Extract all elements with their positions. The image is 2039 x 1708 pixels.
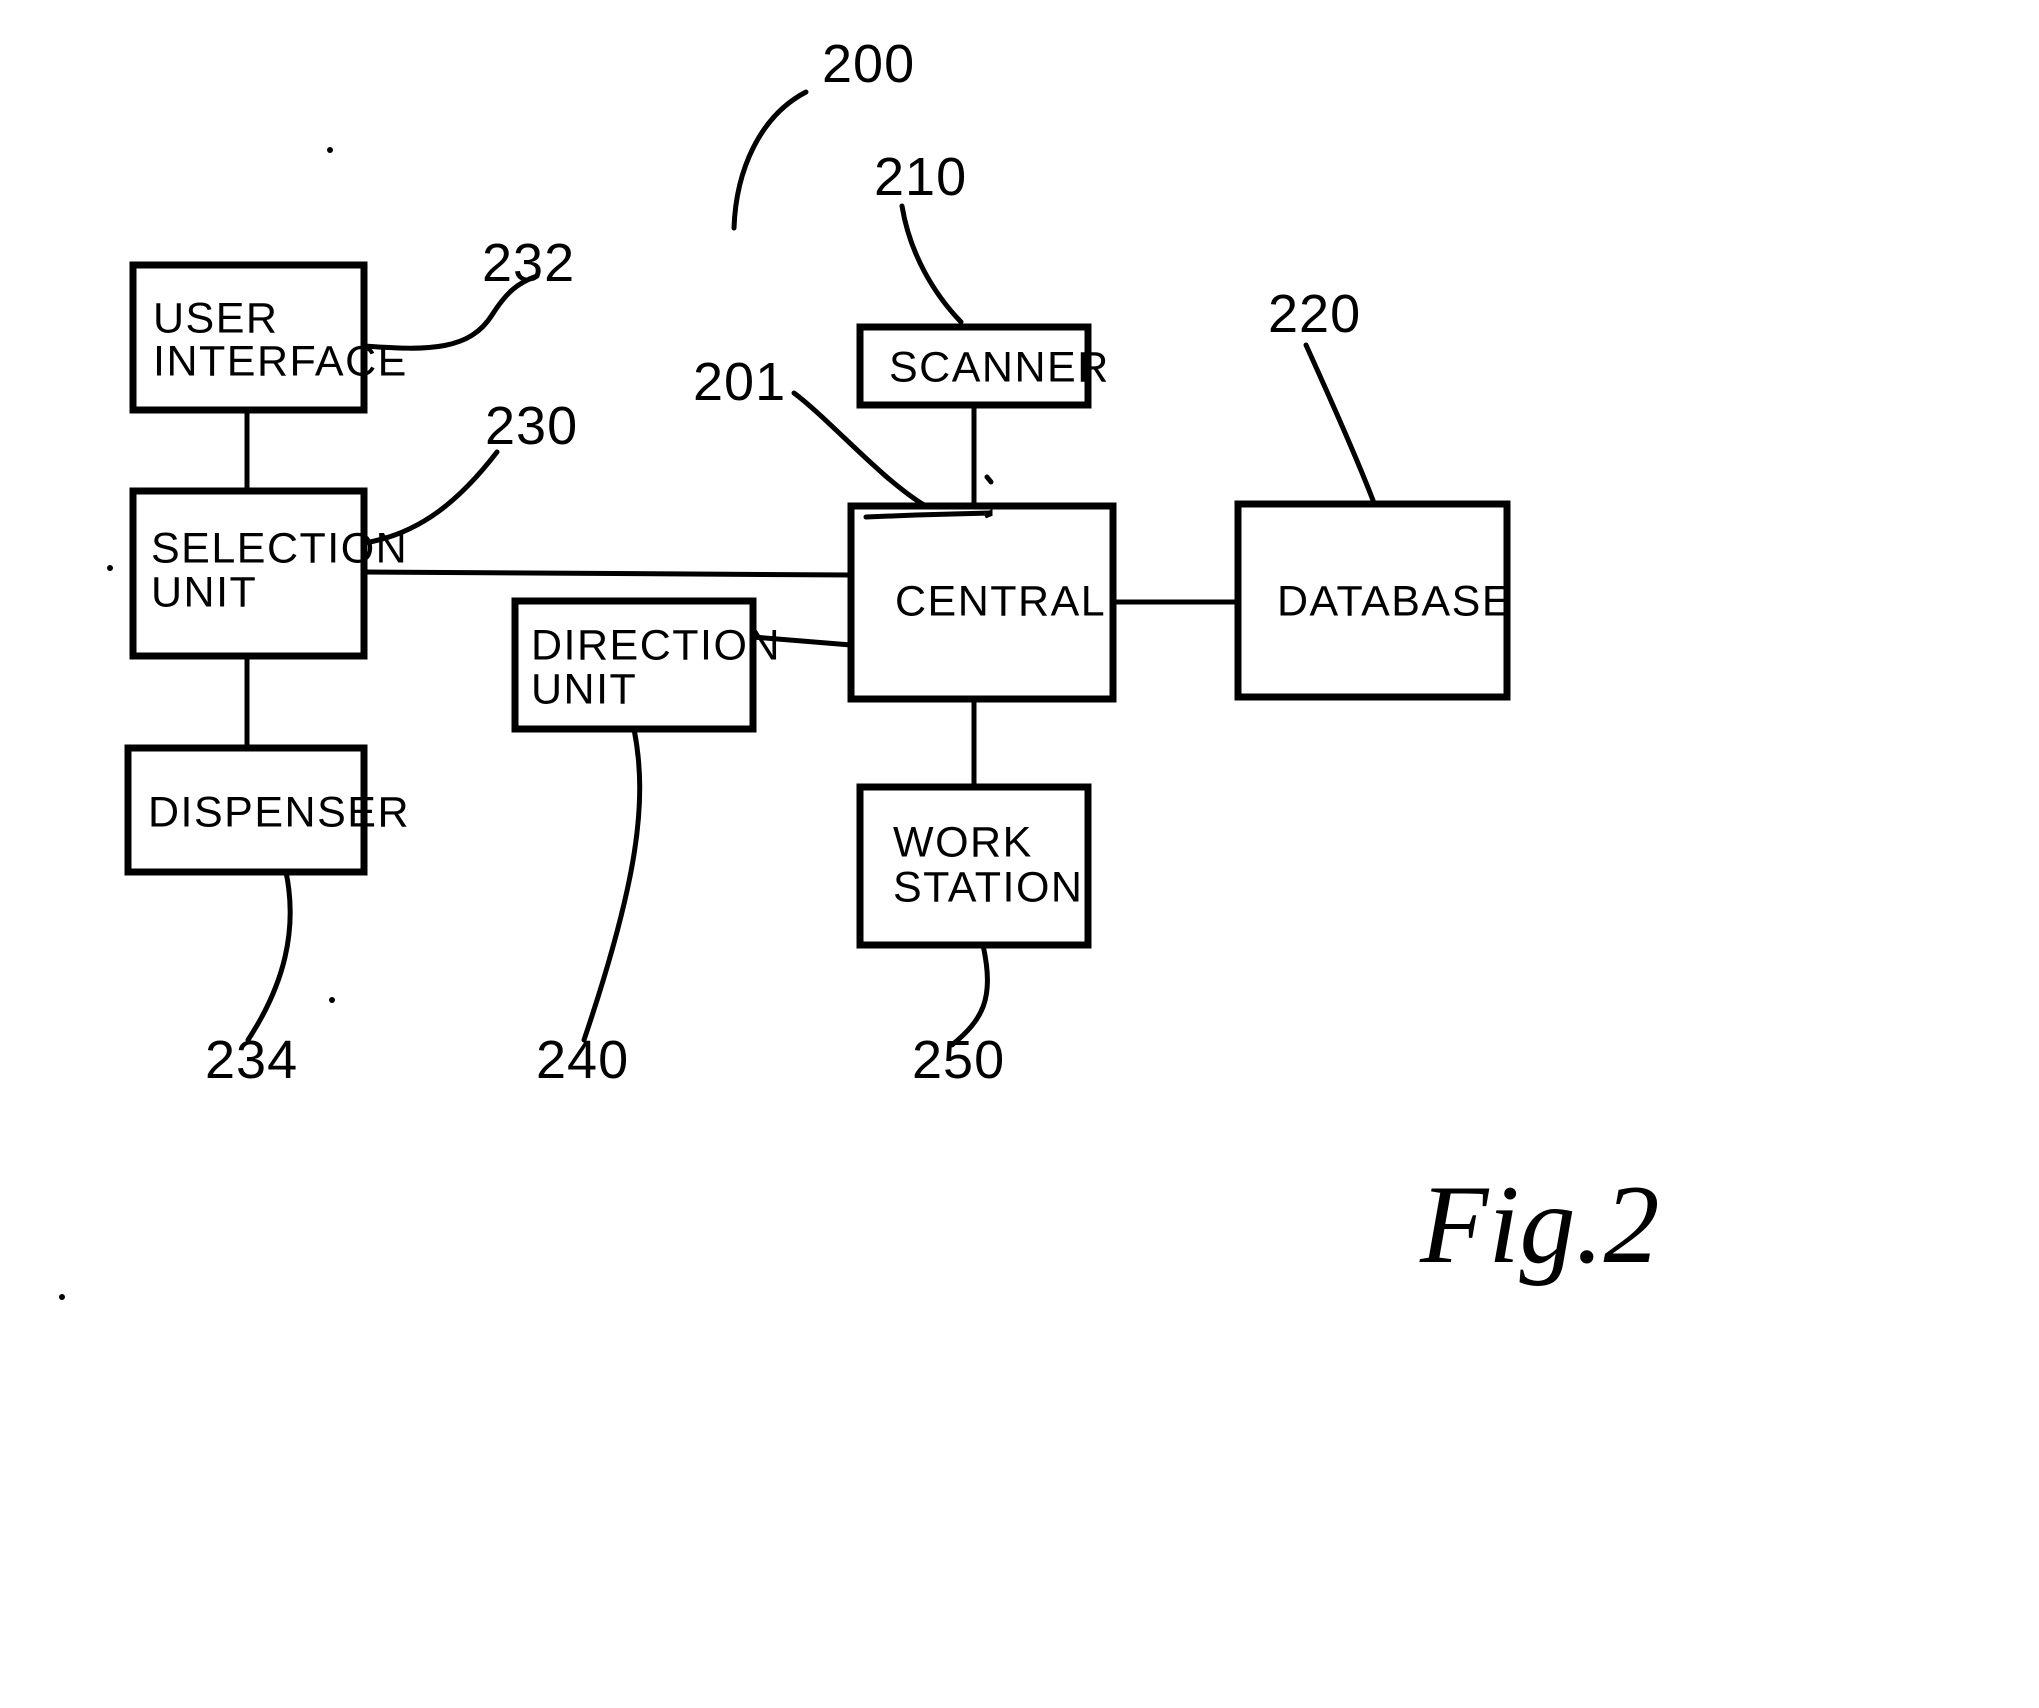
direction-unit-label-line2: UNIT — [531, 665, 637, 713]
figure-caption: Fig.2 — [1419, 1163, 1660, 1287]
patent-figure-page: USER INTERFACE SELECTION UNIT DISPENSER … — [0, 0, 2039, 1708]
leader-line-201-main — [863, 510, 993, 520]
leader-line-201 — [984, 474, 994, 485]
block-user-interface[interactable]: USER INTERFACE — [129, 261, 408, 414]
ref-numeral-240: 240 — [536, 1030, 629, 1090]
leader-line-200 — [731, 89, 809, 231]
block-scanner[interactable]: SCANNER — [856, 323, 1110, 409]
scan-artifact-dot-3 — [329, 997, 335, 1003]
block-selection-unit[interactable]: SELECTION UNIT — [129, 487, 408, 660]
ref-220: 220 — [1268, 284, 1377, 506]
ref-numeral-201: 201 — [693, 352, 786, 412]
block-central[interactable]: CENTRAL — [847, 502, 1117, 703]
block-work-station[interactable]: WORK STATION — [856, 783, 1092, 949]
leader-line-240 — [581, 726, 643, 1043]
ref-numeral-230: 230 — [485, 396, 578, 456]
ref-numeral-210: 210 — [874, 147, 967, 207]
ref-numeral-232: 232 — [482, 233, 575, 293]
ref-234: 234 — [205, 869, 298, 1090]
ref-numeral-250: 250 — [912, 1030, 1005, 1090]
connector-selection-to-central — [363, 569, 852, 578]
ref-230: 230 — [361, 396, 578, 546]
database-label-line1: DATABASE — [1277, 577, 1512, 625]
leader-line-234 — [245, 869, 293, 1043]
dispenser-label-line1: DISPENSER — [148, 788, 410, 836]
ref-numeral-220: 220 — [1268, 284, 1361, 344]
direction-unit-label-line1: DIRECTION — [531, 621, 781, 669]
leader-line-220 — [1303, 342, 1377, 506]
ref-numeral-200: 200 — [822, 34, 915, 94]
scan-artifact-dot-1 — [327, 147, 333, 153]
scan-artifact-dot-2 — [107, 565, 113, 571]
ref-numeral-234: 234 — [205, 1030, 298, 1090]
scan-artifact-dot-4 — [59, 1294, 65, 1300]
selection-unit-label-line1: SELECTION — [151, 524, 408, 572]
scanner-label-line1: SCANNER — [889, 343, 1110, 391]
ref-210: 210 — [874, 147, 967, 325]
block-direction-unit[interactable]: DIRECTION UNIT — [511, 597, 781, 733]
ref-240: 240 — [536, 726, 643, 1090]
user-interface-label-line1: USER — [153, 294, 278, 342]
block-dispenser[interactable]: DISPENSER — [124, 744, 410, 876]
block-diagram: USER INTERFACE SELECTION UNIT DISPENSER … — [59, 34, 1660, 1300]
leader-line-201-curve — [791, 390, 927, 508]
block-database[interactable]: DATABASE — [1234, 500, 1512, 701]
central-label-line1: CENTRAL — [895, 577, 1106, 625]
work-station-label-line2: STATION — [893, 863, 1083, 911]
work-station-label-line1: WORK — [893, 818, 1033, 866]
selection-unit-label-line2: UNIT — [151, 568, 257, 616]
leader-line-210 — [899, 203, 964, 325]
ref-250: 250 — [912, 942, 1005, 1090]
ref-232: 232 — [361, 233, 575, 351]
